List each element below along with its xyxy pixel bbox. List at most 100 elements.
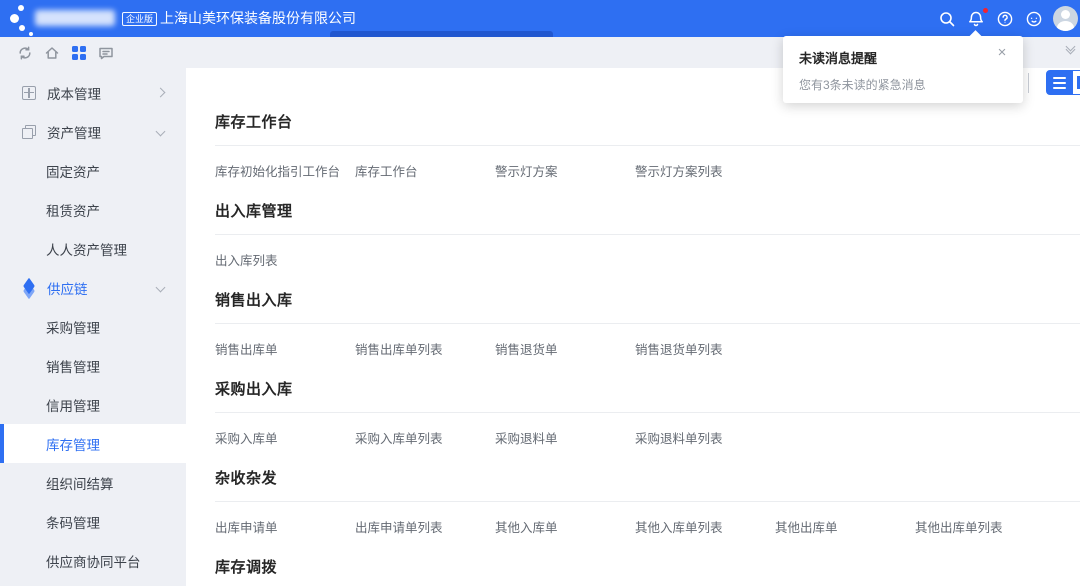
sidebar-item-label: 资产管理 — [47, 122, 101, 142]
header-actions — [937, 0, 1078, 37]
sidebar-item-credit-management[interactable]: 信用管理 — [0, 385, 186, 424]
menu-link[interactable]: 采购入库单 — [215, 432, 355, 447]
grid-icon — [22, 86, 36, 100]
sidebar-item-label: 采购管理 — [46, 317, 100, 337]
section-title: 出入库管理 — [215, 201, 1080, 223]
menu-section: 库存工作台库存初始化指引工作台库存工作台警示灯方案警示灯方案列表 — [215, 112, 1080, 180]
sidebar-item-fixed-assets[interactable]: 固定资产 — [0, 151, 186, 190]
sidebar-item-supplier-collaboration[interactable]: 供应商协同平台 — [0, 541, 186, 580]
sidebar-item-procurement-management[interactable]: 采购管理 — [0, 307, 186, 346]
section-divider — [215, 145, 1080, 146]
sidebar-item-label: 成本管理 — [47, 83, 101, 103]
double-chevron-down-icon[interactable] — [1063, 43, 1077, 61]
sidebar-item-barcode-management[interactable]: 条码管理 — [0, 502, 186, 541]
menu-link[interactable]: 其他出库单列表 — [915, 521, 1055, 536]
sync-icon[interactable] — [16, 44, 33, 61]
menu-link[interactable]: 出入库列表 — [215, 254, 355, 269]
sidebar-item-leased-assets[interactable]: 租赁资产 — [0, 190, 186, 229]
sidebar-item-sales-management[interactable]: 销售管理 — [0, 346, 186, 385]
card-view-button[interactable] — [1072, 70, 1080, 95]
section-title: 杂收杂发 — [215, 468, 1080, 490]
brand-logo-dots — [6, 3, 36, 35]
menu-section: 出入库管理出入库列表 — [215, 201, 1080, 269]
edition-badge: 企业版 — [122, 12, 157, 26]
menu-section: 杂收杂发出库申请单出库申请单列表其他入库单其他入库单列表其他出库单其他出库单列表 — [215, 468, 1080, 536]
section-divider — [215, 501, 1080, 502]
support-icon[interactable] — [1024, 9, 1044, 29]
list-view-button[interactable] — [1046, 70, 1072, 95]
menu-link[interactable]: 库存工作台 — [355, 165, 495, 180]
chevron-right-icon — [156, 88, 166, 98]
sidebar-item-label: 条码管理 — [46, 512, 100, 532]
company-name[interactable]: 上海山美环保装备股份有限公司 — [160, 0, 356, 37]
chevron-down-icon — [156, 283, 166, 293]
apps-grid-icon[interactable] — [70, 44, 87, 61]
search-icon[interactable] — [937, 9, 957, 29]
sidebar-item-label: 库存管理 — [46, 434, 100, 454]
avatar[interactable] — [1053, 6, 1078, 31]
home-icon[interactable] — [43, 44, 60, 61]
section-links: 出库申请单出库申请单列表其他入库单其他入库单列表其他出库单其他出库单列表 — [215, 521, 1080, 536]
copy-icon — [22, 125, 36, 139]
unread-badge-dot — [983, 8, 988, 13]
app-header: 企业版 上海山美环保装备股份有限公司 — [0, 0, 1080, 37]
main-content: 库存工作台库存初始化指引工作台库存工作台警示灯方案警示灯方案列表出入库管理出入库… — [186, 68, 1080, 586]
sidebar-item-label: 租赁资产 — [46, 200, 100, 220]
sidebar-item-label: 供应商协同平台 — [46, 551, 141, 571]
sidebar-item-inventory-management[interactable]: 库存管理 — [0, 424, 186, 463]
section-links: 库存初始化指引工作台库存工作台警示灯方案警示灯方案列表 — [215, 165, 1080, 180]
section-links: 销售出库单销售出库单列表销售退货单销售退货单列表 — [215, 343, 1080, 358]
section-title: 采购出入库 — [215, 379, 1080, 401]
section-title: 库存工作台 — [215, 112, 1080, 134]
menu-link[interactable]: 其他入库单 — [495, 521, 635, 536]
section-links: 采购入库单采购入库单列表采购退料单采购退料单列表 — [215, 432, 1080, 447]
menu-link[interactable]: 采购退料单列表 — [635, 432, 775, 447]
sidebar-item-label: 组织间结算 — [46, 473, 114, 493]
sidebar-item-label: 销售管理 — [46, 356, 100, 376]
sidebar-item-label: 人人资产管理 — [46, 239, 127, 259]
notification-popup: 未读消息提醒 您有3条未读的紧急消息 — [783, 36, 1023, 103]
section-title: 销售出入库 — [215, 290, 1080, 312]
sidebar-item-people-asset-management[interactable]: 人人资产管理 — [0, 229, 186, 268]
sidebar-item-label: 供应链 — [47, 278, 88, 298]
menu-link[interactable]: 采购退料单 — [495, 432, 635, 447]
bell-icon[interactable] — [966, 9, 986, 29]
menu-link[interactable]: 销售出库单 — [215, 343, 355, 358]
sidebar-item-supply-chain[interactable]: 供应链 — [0, 268, 186, 307]
menu-link[interactable]: 警示灯方案 — [495, 165, 635, 180]
section-divider — [215, 234, 1080, 235]
close-icon[interactable] — [995, 46, 1009, 60]
sidebar-item-label: 固定资产 — [46, 161, 100, 181]
chevron-down-icon — [156, 127, 166, 137]
menu-link[interactable]: 其他入库单列表 — [635, 521, 775, 536]
sidebar-item-asset-management[interactable]: 资产管理 — [0, 112, 186, 151]
menu-link[interactable]: 销售出库单列表 — [355, 343, 495, 358]
menu-link[interactable]: 警示灯方案列表 — [635, 165, 775, 180]
active-tab-strip — [330, 31, 553, 37]
message-icon[interactable] — [97, 44, 114, 61]
toolbar-divider — [1028, 73, 1029, 93]
section-title: 库存调拨 — [215, 557, 1080, 579]
section-divider — [215, 323, 1080, 324]
menu-link[interactable]: 库存初始化指引工作台 — [215, 165, 355, 180]
brand-logo — [35, 10, 115, 26]
section-links: 出入库列表 — [215, 254, 1080, 269]
menu-link[interactable]: 出库申请单 — [215, 521, 355, 536]
sidebar-item-label: 信用管理 — [46, 395, 100, 415]
sidebar-item-inter-org-settlement[interactable]: 组织间结算 — [0, 463, 186, 502]
menu-link[interactable]: 销售退货单列表 — [635, 343, 775, 358]
menu-section: 库存调拨 — [215, 557, 1080, 586]
help-icon[interactable] — [995, 9, 1015, 29]
menu-link[interactable]: 销售退货单 — [495, 343, 635, 358]
menu-link[interactable]: 出库申请单列表 — [355, 521, 495, 536]
menu-section: 采购出入库采购入库单采购入库单列表采购退料单采购退料单列表 — [215, 379, 1080, 447]
layers-icon — [22, 281, 36, 295]
menu-section: 销售出入库销售出库单销售出库单列表销售退货单销售退货单列表 — [215, 290, 1080, 358]
notification-title: 未读消息提醒 — [799, 48, 1007, 67]
sidebar-item-cost-management[interactable]: 成本管理 — [0, 73, 186, 112]
menu-link[interactable]: 采购入库单列表 — [355, 432, 495, 447]
menu-link[interactable]: 其他出库单 — [775, 521, 915, 536]
section-divider — [215, 412, 1080, 413]
notification-body: 您有3条未读的紧急消息 — [799, 76, 1007, 93]
sidebar: 成本管理资产管理固定资产租赁资产人人资产管理供应链采购管理销售管理信用管理库存管… — [0, 68, 186, 586]
